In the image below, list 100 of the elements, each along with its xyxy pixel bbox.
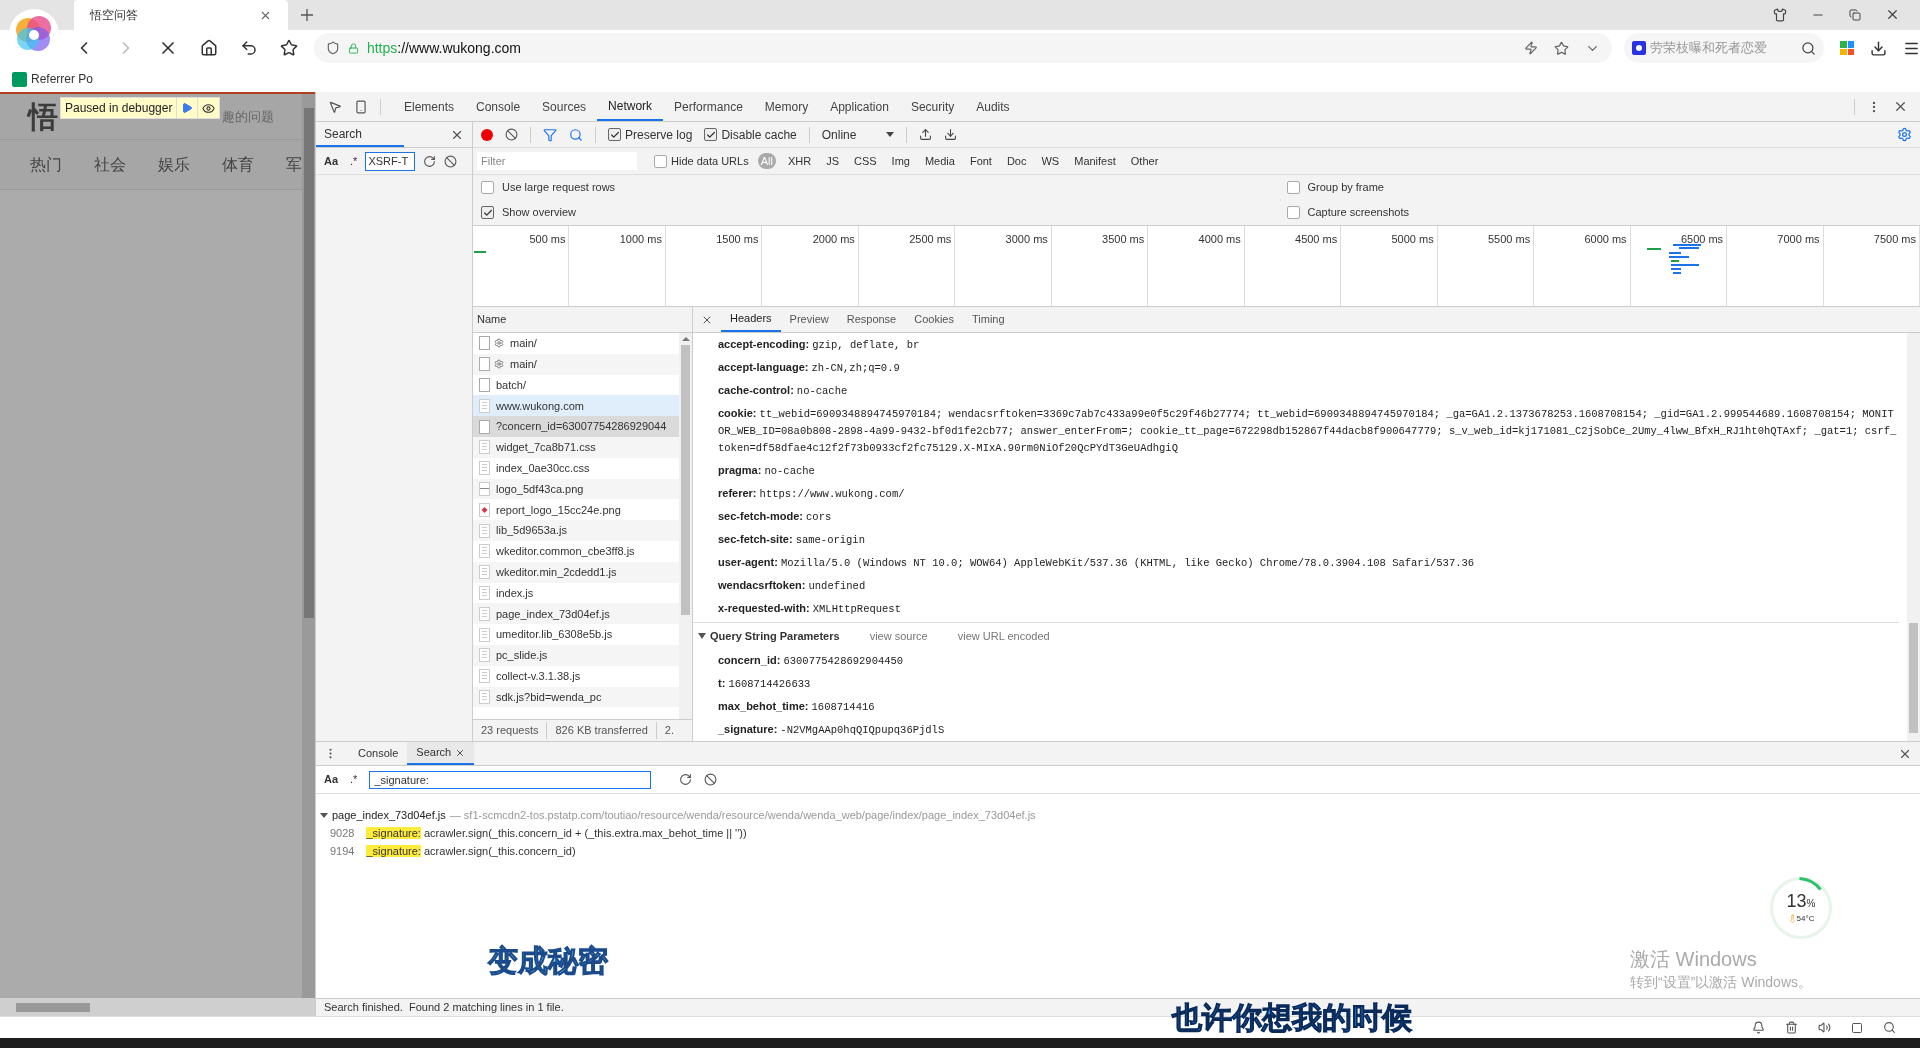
search-input[interactable]: _signature: [369, 770, 652, 789]
volume-icon[interactable] [1818, 1021, 1831, 1034]
search-field[interactable]: 劳荣枝曝和死者恋爱 [1624, 33, 1824, 63]
devtools-tab[interactable]: Application [819, 92, 900, 121]
request-row[interactable]: main/ [473, 353, 679, 375]
clear-icon[interactable] [444, 154, 458, 168]
device-icon[interactable] [354, 99, 368, 114]
regex-button[interactable]: .* [350, 771, 358, 788]
bell-icon[interactable] [1752, 1021, 1765, 1034]
nav-item[interactable]: 社会 [94, 152, 126, 177]
request-row[interactable]: sdk.js?bid=wenda_pc [473, 686, 679, 708]
download-icon[interactable] [1870, 39, 1887, 57]
devtools-tab[interactable]: Elements [393, 92, 466, 121]
bookmark-link[interactable]: Referrer Po [31, 70, 94, 88]
request-row[interactable]: logo_5df43ca.png [473, 478, 679, 500]
clear-icon[interactable] [704, 773, 718, 786]
vertical-scrollbar[interactable] [679, 333, 692, 719]
request-row[interactable]: pc_slide.js [473, 644, 679, 666]
view-link[interactable]: view URL encoded [957, 627, 1050, 645]
section-toggle[interactable]: Query String Parameters [698, 627, 840, 645]
lightning-icon[interactable] [1524, 41, 1539, 55]
request-row[interactable]: page_index_73d04ef.js [473, 603, 679, 625]
search-input[interactable]: XSRF-T [365, 151, 416, 171]
browser-tab[interactable]: 悟空问答 [74, 0, 288, 30]
inspect-icon[interactable] [328, 99, 342, 114]
regex-button[interactable]: .* [350, 152, 358, 170]
checkbox[interactable] [481, 181, 494, 194]
type-filter[interactable]: Media [921, 152, 958, 170]
expand-arrow-icon[interactable] [320, 812, 328, 818]
request-row[interactable]: ?concern_id=63007754286929044 [473, 416, 679, 437]
nav-item[interactable]: 体育 [222, 152, 254, 177]
skin-icon[interactable] [1773, 7, 1787, 22]
apps-icon[interactable] [1840, 41, 1854, 55]
devtools-tab[interactable]: Audits [965, 92, 1021, 121]
address-bar[interactable]: https://www.wukong.com [313, 33, 1613, 63]
clear-icon[interactable] [505, 128, 518, 141]
type-filter[interactable]: JS [823, 152, 842, 170]
drawer-tab[interactable]: Search [407, 742, 475, 765]
vertical-scrollbar[interactable] [302, 94, 315, 998]
type-filter[interactable]: Other [1127, 152, 1162, 170]
refresh-icon[interactable] [423, 154, 437, 168]
match-case-button[interactable]: Aa [324, 152, 339, 170]
horizontal-scrollbar[interactable] [0, 998, 315, 1016]
filter-icon[interactable] [543, 127, 557, 142]
checkbox[interactable] [704, 128, 718, 141]
nav-item[interactable]: 军 [286, 152, 302, 177]
checkbox[interactable] [1286, 206, 1300, 219]
type-filter[interactable]: XHR [784, 152, 815, 170]
refresh-icon[interactable] [679, 773, 693, 786]
request-row[interactable]: lib_5d9653a.js [473, 520, 679, 541]
view-link[interactable]: view source [869, 627, 928, 645]
filter-field[interactable]: Filter [477, 152, 637, 170]
new-tab-icon[interactable] [300, 8, 314, 22]
home-icon[interactable] [199, 39, 218, 57]
devtools-tab[interactable]: Performance [663, 92, 754, 121]
throttle-select[interactable]: Online [821, 125, 894, 144]
request-row[interactable]: wkeditor.min_2cdedd1.js [473, 561, 679, 583]
type-filter[interactable]: CSS [850, 152, 880, 170]
checkbox[interactable] [481, 206, 494, 219]
search-input[interactable]: 劳荣枝曝和死者恋爱 [1650, 38, 1797, 58]
type-filter[interactable]: Font [966, 152, 995, 170]
checkbox[interactable] [654, 154, 667, 168]
close-icon[interactable] [1885, 7, 1900, 22]
search-icon[interactable] [1801, 40, 1816, 56]
match-case-button[interactable]: Aa [324, 771, 339, 788]
request-row[interactable]: widget_7ca8b71.css [473, 437, 679, 458]
devtools-tab[interactable]: Memory [753, 92, 820, 121]
window-icon[interactable] [1851, 1021, 1863, 1034]
detail-tab[interactable]: Preview [780, 307, 838, 332]
trash-icon[interactable] [1785, 1021, 1798, 1034]
search-icon[interactable] [1883, 1021, 1896, 1034]
record-button[interactable] [481, 128, 493, 141]
checkbox[interactable] [1286, 181, 1300, 194]
import-icon[interactable] [918, 128, 932, 141]
type-filter[interactable]: Img [888, 152, 913, 170]
result-line[interactable]: 9194 _signature: acrawler.sign(_this.concern_id) [316, 842, 1920, 860]
close-icon[interactable] [1893, 99, 1908, 114]
search-tab[interactable]: Search [316, 122, 404, 147]
result-line[interactable]: 9028 _signature: acrawler.sign(_this.concern_id + (_this.extra.max_behot_time || '')) [316, 824, 1920, 842]
undo-icon[interactable] [239, 39, 258, 57]
checkbox[interactable] [608, 128, 621, 141]
type-filter[interactable]: Manifest [1071, 152, 1119, 170]
star-icon[interactable] [1554, 40, 1570, 56]
export-icon[interactable] [943, 128, 957, 141]
type-filter[interactable]: WS [1038, 152, 1063, 170]
devtools-tab[interactable]: Console [465, 92, 532, 121]
vertical-scrollbar[interactable] [1907, 333, 1920, 741]
nav-item[interactable]: 娱乐 [158, 152, 190, 177]
detail-tab[interactable]: Cookies [905, 307, 963, 332]
star-icon[interactable] [279, 39, 298, 57]
type-filter[interactable]: Doc [1003, 152, 1030, 170]
detail-tab[interactable]: Headers [721, 307, 781, 332]
column-header[interactable]: Name [477, 311, 507, 328]
settings-icon[interactable] [1897, 127, 1912, 142]
nav-item[interactable]: 热门 [30, 152, 62, 177]
drawer-tab[interactable]: Console [349, 742, 408, 765]
request-row[interactable]: www.wukong.com [473, 395, 679, 417]
result-file[interactable]: page_index_73d04ef.js [332, 806, 446, 824]
restore-icon[interactable] [1849, 8, 1861, 21]
devtools-tab[interactable]: Security [899, 92, 966, 121]
